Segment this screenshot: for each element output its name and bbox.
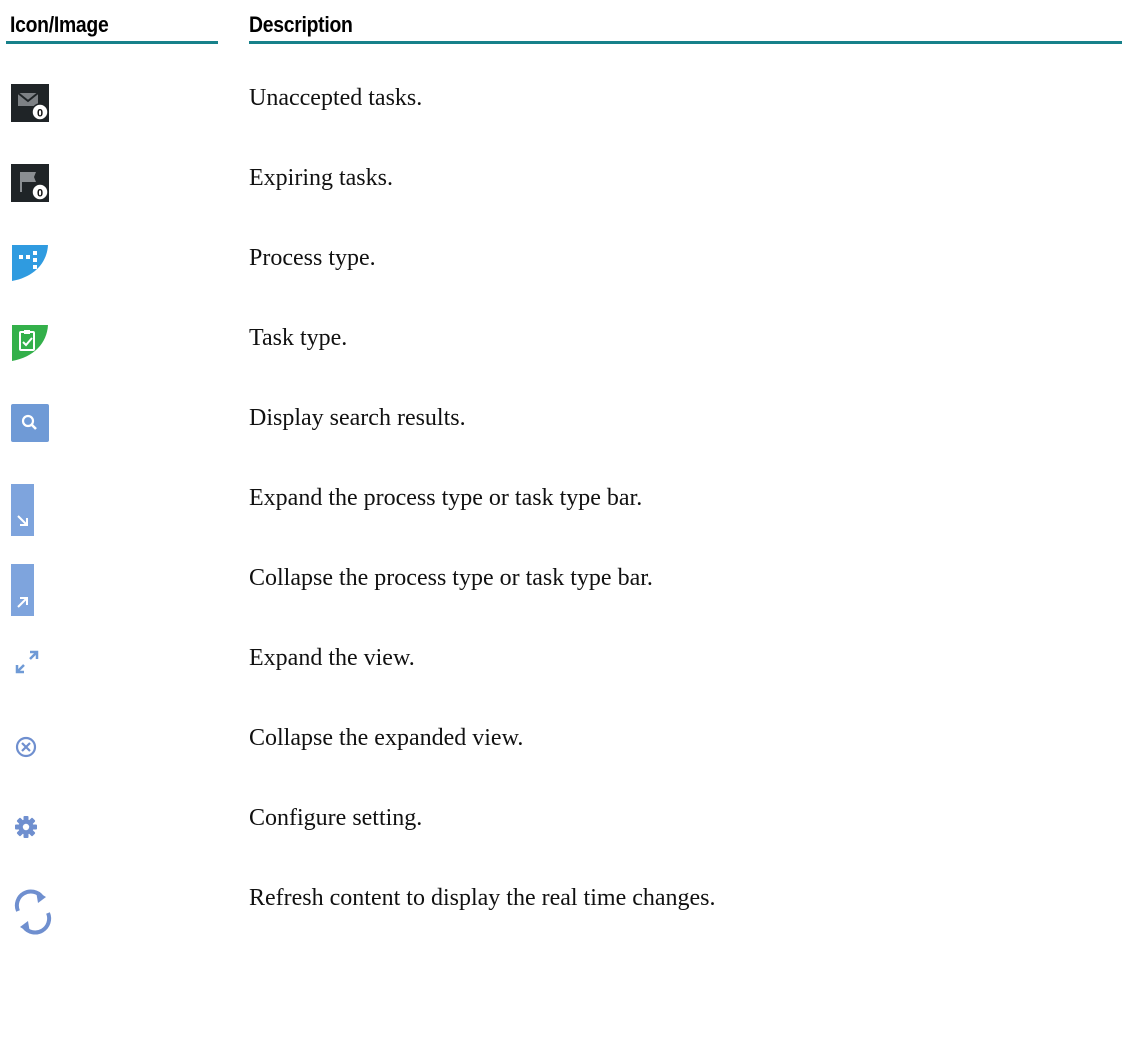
row-description: Expand the view.: [249, 645, 415, 671]
table-row: Expand the view.: [0, 643, 1122, 723]
refresh-icon: [10, 883, 66, 939]
row-description: Process type.: [249, 245, 376, 271]
header-icon-image: Icon/Image: [10, 12, 109, 37]
table-row: Display search results.: [0, 403, 1122, 483]
process-type-icon: [10, 243, 66, 299]
gear-icon: [10, 803, 66, 859]
unaccepted-tasks-icon: 0: [10, 83, 66, 139]
table-row: Configure setting.: [0, 803, 1122, 883]
table-row: 0 Expiring tasks.: [0, 163, 1122, 243]
row-description: Collapse the process type or task type b…: [249, 565, 653, 591]
svg-text:0: 0: [37, 108, 43, 120]
table-row: Task type.: [0, 323, 1122, 403]
table-row: Collapse the process type or task type b…: [0, 563, 1122, 643]
table-row: Collapse the expanded view.: [0, 723, 1122, 803]
row-description: Display search results.: [249, 405, 466, 431]
header-rule-icon: [6, 41, 218, 44]
collapse-bar-icon: [10, 563, 66, 619]
collapse-view-icon: [10, 723, 66, 779]
task-type-icon: [10, 323, 66, 379]
row-description: Task type.: [249, 325, 348, 351]
table-row: 0 Unaccepted tasks.: [0, 83, 1122, 163]
expand-bar-icon: [10, 483, 66, 539]
row-description: Unaccepted tasks.: [249, 85, 423, 111]
svg-text:0: 0: [37, 188, 43, 200]
search-icon: [10, 403, 66, 459]
table-row: Process type.: [0, 243, 1122, 323]
expiring-tasks-icon: 0: [10, 163, 66, 219]
row-description: Configure setting.: [249, 805, 423, 831]
expand-view-icon: [10, 643, 66, 699]
row-description: Expand the process type or task type bar…: [249, 485, 643, 511]
row-description: Refresh content to display the real time…: [249, 885, 716, 911]
header-description: Description: [249, 12, 353, 37]
header-rule-description: [249, 41, 1122, 44]
row-description: Expiring tasks.: [249, 165, 393, 191]
table-row: Refresh content to display the real time…: [0, 883, 1122, 963]
table-row: Expand the process type or task type bar…: [0, 483, 1122, 563]
row-description: Collapse the expanded view.: [249, 725, 524, 751]
